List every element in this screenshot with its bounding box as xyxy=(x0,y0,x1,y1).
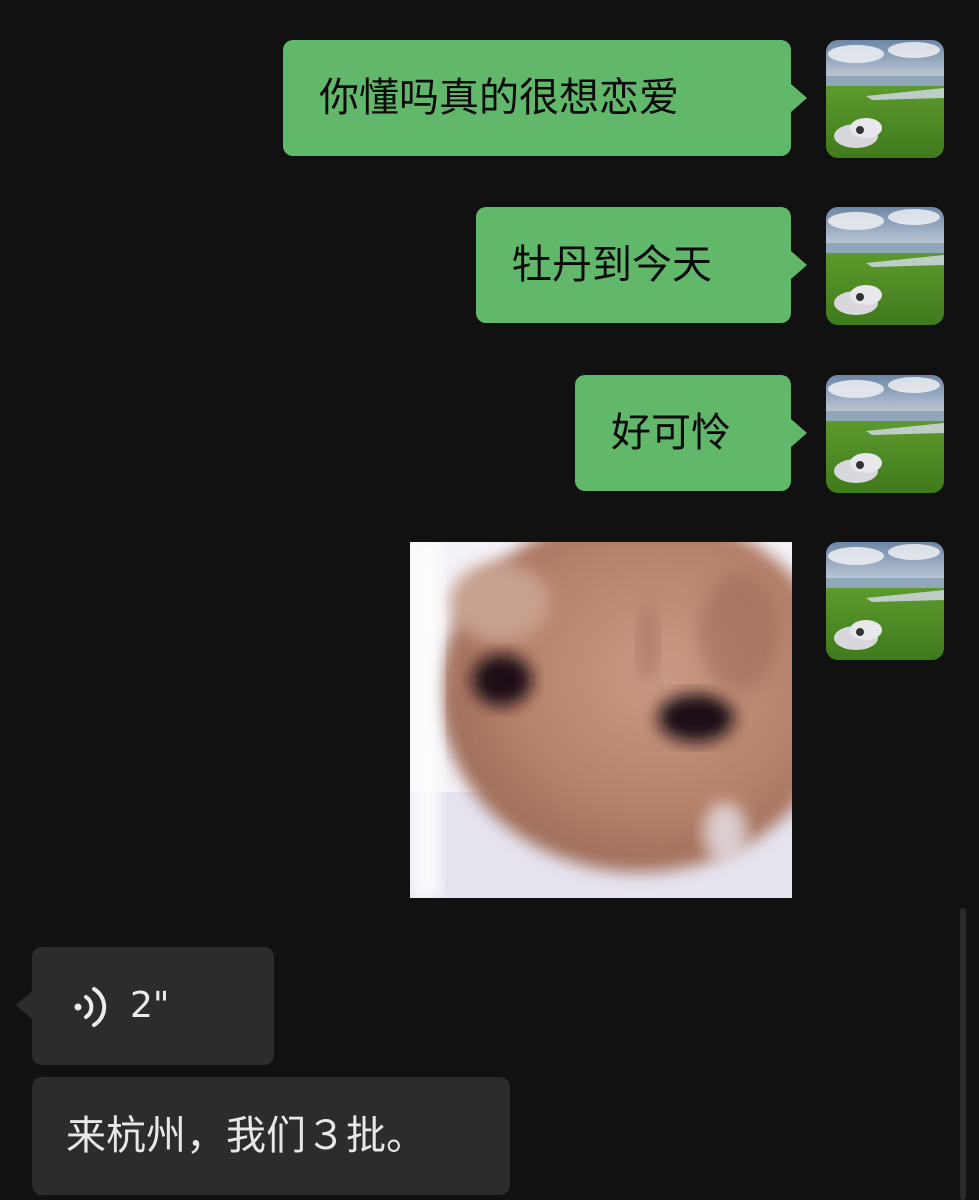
voice-wave-icon xyxy=(74,987,107,1027)
avatar[interactable] xyxy=(826,207,944,325)
voice-message-bubble[interactable]: 2" xyxy=(16,947,274,1065)
scrollbar[interactable] xyxy=(960,908,966,1200)
avatar[interactable] xyxy=(826,40,944,158)
avatar[interactable] xyxy=(826,375,944,493)
message-text: 好可怜 xyxy=(611,410,731,456)
message-text: 来杭州，我们３批。 xyxy=(66,1113,426,1159)
received-message-bubble[interactable]: 来杭州，我们３批。 xyxy=(32,1077,510,1195)
avatar-image xyxy=(826,375,944,493)
voice-duration: 2" xyxy=(130,985,170,1026)
avatar-image xyxy=(826,542,944,660)
crying-kitten-sticker xyxy=(410,542,792,898)
avatar-image xyxy=(826,40,944,158)
sent-message-bubble[interactable]: 牡丹到今天 xyxy=(476,207,807,323)
avatar-image xyxy=(826,207,944,325)
message-text: 牡丹到今天 xyxy=(512,242,712,288)
sent-message-bubble[interactable]: 你懂吗真的很想恋爱 xyxy=(283,40,807,156)
message-text: 你懂吗真的很想恋爱 xyxy=(319,75,679,121)
avatar[interactable] xyxy=(826,542,944,660)
sticker-image[interactable] xyxy=(410,542,792,898)
sent-message-bubble[interactable]: 好可怜 xyxy=(575,375,807,491)
